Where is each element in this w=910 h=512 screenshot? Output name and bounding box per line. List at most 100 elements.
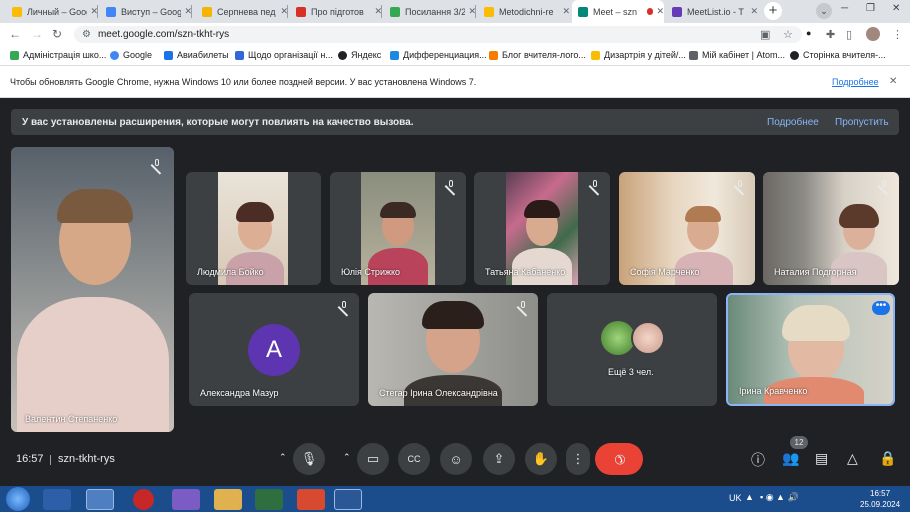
tab-search-chevron-icon[interactable]: ⌄: [816, 3, 832, 19]
bookmark-2[interactable]: Google: [110, 50, 152, 60]
bookmark-7[interactable]: Блог вчителя-лого...: [489, 50, 586, 60]
participant-name: Софія Марченко: [630, 267, 700, 277]
bookmark-6[interactable]: Дифференциация...: [390, 50, 487, 60]
forward-arrow-icon[interactable]: →: [31, 27, 43, 41]
reload-icon[interactable]: ↻: [52, 27, 62, 41]
tab-8[interactable]: MeetList.io - T ✕: [666, 0, 758, 23]
host-controls-icon[interactable]: 🔒: [879, 450, 896, 467]
google-icon: [110, 50, 119, 60]
back-arrow-icon[interactable]: ←: [9, 27, 21, 41]
audio-options-chevron-icon[interactable]: ⌃: [279, 452, 287, 463]
participant-tile-iryna-stegar[interactable]: Стегар Ірина Олександрівна: [368, 293, 538, 406]
media-player-icon[interactable]: [43, 489, 71, 510]
people-count-badge: 12: [790, 436, 808, 449]
tab-2[interactable]: Виступ – Google✕: [100, 0, 192, 23]
captions-button[interactable]: CC: [398, 443, 430, 475]
participant-tile-sofiia[interactable]: Софія Марченко: [619, 172, 755, 285]
participant-avatar: [631, 321, 665, 355]
profile-avatar[interactable]: [866, 27, 880, 41]
more-participants-tile[interactable]: Ещё 3 чел.: [547, 293, 717, 406]
tray-arrow-icon[interactable]: ▲: [745, 492, 754, 502]
more-options-button[interactable]: ⋮: [566, 443, 590, 475]
reactions-button[interactable]: ☺: [440, 443, 472, 475]
chat-icon[interactable]: ▤: [815, 450, 828, 467]
tab-3[interactable]: Серпнева пед ✕: [196, 0, 288, 23]
meeting-info-icon[interactable]: ⓘ: [751, 450, 765, 470]
camera-in-use-icon[interactable]: ▣: [760, 28, 770, 41]
windows-start-icon[interactable]: [6, 487, 30, 511]
explorer-taskbar-icon[interactable]: [214, 489, 242, 510]
bookmark-1[interactable]: Адміністрація шко...: [10, 50, 106, 60]
bookmark-9[interactable]: Мій кабінет | Atom...: [689, 50, 785, 60]
banner-more-button[interactable]: Подробнее: [767, 117, 819, 128]
minimize-icon[interactable]: ─: [841, 3, 848, 14]
meet-stage: У вас установлены расширения, которые мо…: [0, 98, 910, 486]
extensions-warning-banner: У вас установлены расширения, которые мо…: [11, 109, 899, 135]
tab-1[interactable]: Личный – Google Диск✕: [6, 0, 98, 23]
people-icon[interactable]: 👥: [782, 450, 799, 467]
plane-icon: [164, 50, 173, 60]
participant-avatar: [601, 321, 635, 355]
opera-taskbar-icon[interactable]: [133, 489, 154, 510]
microphone-button[interactable]: 🎙: [293, 443, 325, 475]
participant-tile-oleksandra[interactable]: A Александра Мазур: [189, 293, 359, 406]
extension-icon[interactable]: ●: [806, 28, 811, 38]
chrome-taskbar-icon[interactable]: [86, 489, 114, 510]
more-participants-label: Ещё 3 чел.: [608, 367, 654, 377]
bookmark-5[interactable]: Яндекс: [338, 50, 381, 60]
muted-mic-icon: [733, 180, 745, 196]
viber-taskbar-icon[interactable]: [172, 489, 200, 510]
bookmark-3[interactable]: Авиабилеты: [164, 50, 229, 60]
bookmark-4[interactable]: Щодо організації н...: [235, 50, 333, 60]
bookmark-8[interactable]: Дизартрія у дітей/...: [591, 50, 686, 60]
extensions-puzzle-icon[interactable]: ✚: [826, 28, 835, 41]
muted-mic-icon: [444, 180, 456, 196]
taskbar-clock[interactable]: 16:57 25.09.2024: [860, 488, 900, 510]
close-tab-icon[interactable]: ✕: [750, 6, 758, 17]
participant-tile-valentyn[interactable]: Валентин Степаненко: [11, 147, 174, 432]
participant-tile-tatiana[interactable]: Татьяна Кабаненко: [474, 172, 610, 285]
app-taskbar-icon[interactable]: [297, 489, 325, 510]
activities-icon[interactable]: △: [847, 450, 858, 467]
tab-6[interactable]: Metodichni-re ✕: [478, 0, 570, 23]
more-options-icon[interactable]: •••: [872, 301, 890, 315]
participant-name: Ірина Кравченко: [739, 386, 808, 396]
maximize-icon[interactable]: ❐: [866, 3, 875, 14]
tab-4[interactable]: Про підготов ✕: [290, 0, 382, 23]
participant-tile-natalia[interactable]: Наталия Подгорная: [763, 172, 899, 285]
new-tab-button[interactable]: +: [764, 2, 782, 20]
bookmark-10[interactable]: Сторінка вчителя-...: [790, 50, 886, 60]
close-window-icon[interactable]: ✕: [892, 3, 900, 14]
tray-icons[interactable]: ▪ ◉ ▲ 🔊: [760, 492, 799, 503]
language-indicator[interactable]: UK: [729, 493, 742, 503]
camera-button[interactable]: ▭: [357, 443, 389, 475]
close-tab-icon[interactable]: ✕: [562, 6, 570, 17]
close-infobar-icon[interactable]: ✕: [889, 76, 897, 87]
participant-tile-yuliia[interactable]: Юлія Стрижко: [330, 172, 466, 285]
archive-taskbar-icon[interactable]: [255, 489, 283, 510]
site-info-icon[interactable]: ⚙: [82, 29, 91, 40]
close-tab-icon[interactable]: ✕: [656, 6, 664, 17]
video-options-chevron-icon[interactable]: ⌃: [343, 452, 351, 463]
word-taskbar-icon[interactable]: [334, 489, 362, 510]
participant-tile-liudmyla[interactable]: Людмила Бойко: [186, 172, 321, 285]
tab-5[interactable]: Посилання 3/2 ✕: [384, 0, 476, 23]
participant-tile-iryna-kravchenko[interactable]: ••• Ірина Кравченко: [726, 293, 895, 406]
drive-icon: [12, 6, 22, 17]
banner-skip-button[interactable]: Пропустить: [835, 117, 889, 128]
side-panel-icon[interactable]: ▯: [846, 28, 852, 41]
slides-icon: [202, 6, 212, 17]
infobar-more-link[interactable]: Подробнее: [832, 77, 879, 87]
yandex-icon: [338, 50, 347, 60]
participant-name: Людмила Бойко: [197, 267, 264, 277]
tab-meet-active[interactable]: Meet – szn ✕: [572, 0, 664, 23]
tab-bar: Личный – Google Диск✕ Виступ – Google✕ С…: [0, 0, 910, 23]
bookmark-star-icon[interactable]: ☆: [783, 28, 793, 41]
address-bar[interactable]: ⚙ meet.google.com/szn-tkht-rys: [74, 26, 802, 43]
raise-hand-button[interactable]: ✋: [525, 443, 557, 475]
folder-icon: [591, 50, 600, 60]
chrome-menu-icon[interactable]: ⋮: [892, 28, 903, 41]
leave-call-button[interactable]: ✆: [595, 443, 643, 475]
participant-avatar: A: [248, 324, 300, 376]
present-button[interactable]: ⇪: [483, 443, 515, 475]
